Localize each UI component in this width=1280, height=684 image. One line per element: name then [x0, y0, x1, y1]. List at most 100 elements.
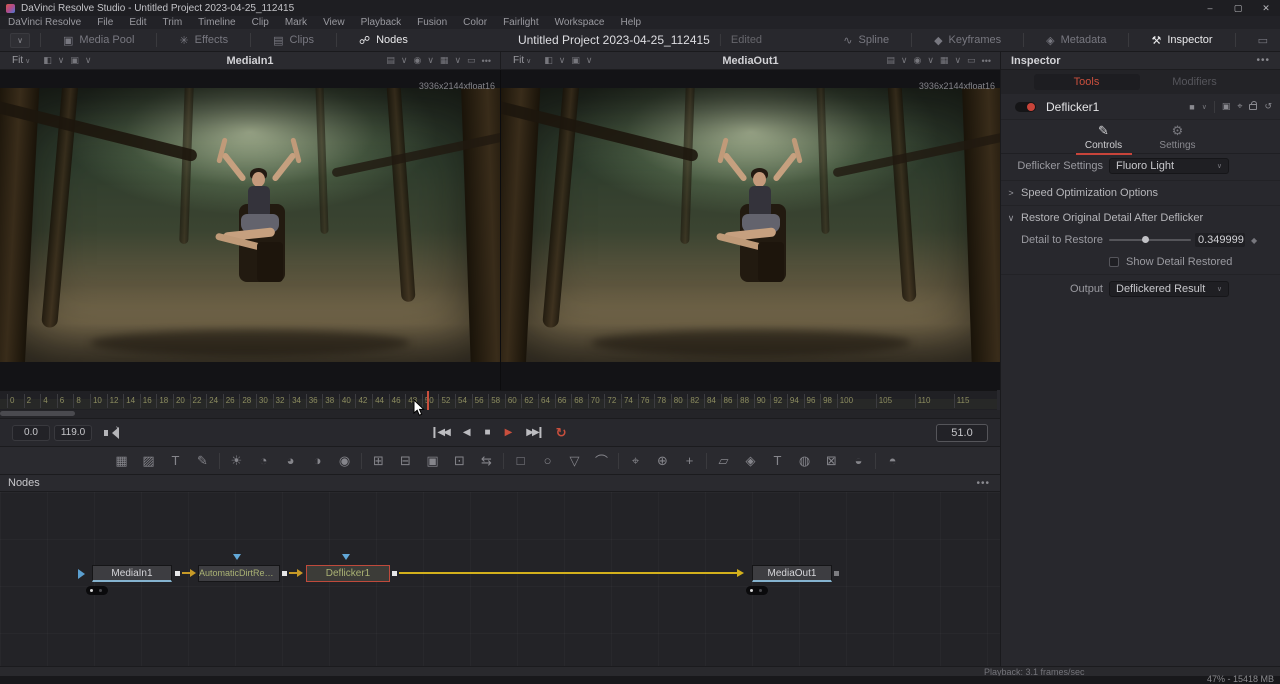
- camera-3d-tool-icon[interactable]: ⊠: [818, 453, 845, 469]
- menu-item[interactable]: File: [89, 16, 121, 29]
- chevron-down-icon[interactable]: ∨: [900, 55, 909, 66]
- subtab-settings[interactable]: ⚙ Settings: [1150, 123, 1206, 153]
- menu-item[interactable]: View: [315, 16, 353, 29]
- spline-button[interactable]: ∿ Spline: [831, 34, 901, 47]
- menu-item[interactable]: Edit: [121, 16, 154, 29]
- media-pool-button[interactable]: ▣ Media Pool: [51, 34, 146, 47]
- chevron-down-icon[interactable]: ∨: [426, 55, 435, 66]
- metadata-button[interactable]: ◈ Metadata: [1034, 34, 1118, 47]
- subtab-controls[interactable]: ✎ Controls: [1076, 123, 1132, 155]
- chevron-down-icon[interactable]: ∨: [585, 55, 594, 66]
- go-to-first-frame-button[interactable]: ◀◀: [433, 427, 448, 438]
- playhead[interactable]: [427, 391, 429, 410]
- pin-icon[interactable]: ⌖: [1237, 101, 1242, 112]
- background-tool-icon[interactable]: ▦: [108, 453, 135, 469]
- menu-item[interactable]: Timeline: [190, 16, 243, 29]
- menu-item[interactable]: Clip: [244, 16, 277, 29]
- range-end-field[interactable]: 119.0: [54, 425, 92, 441]
- clips-button[interactable]: ▤ Clips: [261, 34, 326, 47]
- chevron-down-icon[interactable]: ∨: [953, 55, 962, 66]
- menu-item[interactable]: Workspace: [547, 16, 613, 29]
- current-frame-field[interactable]: 51.0: [936, 424, 988, 442]
- lock-icon[interactable]: [1249, 104, 1257, 110]
- deflicker-settings-dropdown[interactable]: Fluoro Light ∨: [1109, 158, 1229, 174]
- versions-icon[interactable]: ▣: [1222, 101, 1231, 112]
- node-mediaout1[interactable]: MediaOut1: [752, 565, 832, 582]
- detail-to-restore-slider[interactable]: [1109, 239, 1191, 241]
- text-3d-tool-icon[interactable]: T: [764, 453, 791, 468]
- color-corrector-tool-icon[interactable]: ☀: [223, 453, 250, 469]
- minimize-button[interactable]: –: [1196, 0, 1224, 16]
- play-button[interactable]: ▶: [505, 427, 513, 438]
- detail-to-restore-value[interactable]: 0.349999: [1195, 233, 1245, 247]
- grid-icon[interactable]: ▦: [939, 55, 950, 66]
- nodes-button[interactable]: ☍ Nodes: [347, 34, 420, 47]
- blur-tool-icon[interactable]: ◉: [331, 453, 358, 469]
- lut-icon[interactable]: ◉: [412, 55, 422, 66]
- chevron-down-icon[interactable]: ∨: [558, 55, 567, 66]
- more-options-icon[interactable]: •••: [481, 56, 492, 66]
- maximize-button[interactable]: ▢: [1224, 0, 1252, 16]
- hue-curves-tool-icon[interactable]: ◕: [277, 453, 304, 468]
- zoom-level-dropdown[interactable]: Fit ∨: [513, 55, 531, 66]
- node-enable-toggle[interactable]: [1015, 102, 1036, 112]
- left-viewer-canvas[interactable]: 3936x2144xfloat16: [0, 70, 500, 390]
- tab-tools[interactable]: Tools: [1034, 74, 1140, 90]
- roi-icon[interactable]: ▣: [570, 55, 581, 66]
- chevron-down-icon[interactable]: ∨: [1202, 103, 1207, 111]
- image-plane-3d-tool-icon[interactable]: ▱: [710, 453, 737, 469]
- grid-icon[interactable]: ▦: [439, 55, 450, 66]
- polygon-mask-tool-icon[interactable]: ▽: [561, 453, 588, 469]
- node-deflicker1[interactable]: Deflicker1: [306, 565, 390, 582]
- merge-3d-tool-icon[interactable]: ◍: [791, 453, 818, 469]
- audio-mute-icon[interactable]: ): [104, 427, 120, 439]
- menu-item[interactable]: Color: [455, 16, 495, 29]
- tracker-tool-icon[interactable]: ⌖: [622, 453, 649, 469]
- stop-button[interactable]: ■: [485, 427, 491, 438]
- chevron-down-icon[interactable]: ∨: [453, 55, 462, 66]
- reset-icon[interactable]: ↺: [1264, 101, 1272, 112]
- bspline-mask-tool-icon[interactable]: ⌒: [588, 451, 615, 470]
- keyframe-icon[interactable]: ◆: [1251, 236, 1257, 245]
- clean-feed-button[interactable]: ▭: [1246, 34, 1280, 47]
- roi-icon[interactable]: ▣: [69, 55, 80, 66]
- chevron-down-icon[interactable]: ∨: [57, 55, 66, 66]
- menu-item[interactable]: Trim: [155, 16, 191, 29]
- speed-optimization-section[interactable]: > Speed Optimization Options: [1001, 183, 1280, 203]
- chroma-keyer-tool-icon[interactable]: ▣: [419, 453, 446, 469]
- node-automaticdirtremoval1[interactable]: AutomaticDirtRemov...: [198, 565, 280, 582]
- ellipse-mask-tool-icon[interactable]: ○: [534, 453, 561, 468]
- more-options-icon[interactable]: •••: [1256, 55, 1270, 66]
- menu-item[interactable]: Fusion: [409, 16, 455, 29]
- close-button[interactable]: ✕: [1252, 0, 1280, 16]
- menu-item[interactable]: DaVinci Resolve: [0, 16, 89, 29]
- output-dropdown[interactable]: Deflickered Result ∨: [1109, 281, 1229, 297]
- channel-view-icon[interactable]: ▤: [385, 55, 396, 66]
- channel-view-icon[interactable]: ▤: [885, 55, 896, 66]
- node-output-connector[interactable]: [392, 571, 397, 576]
- node-output-connector[interactable]: [282, 571, 287, 576]
- planar-tracker-tool-icon[interactable]: ⊕: [649, 453, 676, 469]
- range-start-field[interactable]: 0.0: [12, 425, 50, 441]
- show-detail-restored-checkbox[interactable]: [1109, 257, 1119, 267]
- scrollbar-thumb[interactable]: [0, 411, 75, 416]
- renderer-3d-tool-icon[interactable]: ◒: [845, 453, 872, 468]
- thumbnail-icon[interactable]: ■: [1189, 102, 1194, 112]
- rectangle-mask-tool-icon[interactable]: □: [507, 453, 534, 468]
- slider-handle[interactable]: [1142, 236, 1149, 243]
- menu-item[interactable]: Fairlight: [495, 16, 547, 29]
- paint-tool-icon[interactable]: ✎: [189, 453, 216, 469]
- menu-item[interactable]: Playback: [353, 16, 410, 29]
- delta-keyer-tool-icon[interactable]: ⊡: [446, 453, 473, 469]
- timeline-ruler[interactable]: 0246810121416182022242628303234363840424…: [0, 390, 997, 410]
- planar-transform-tool-icon[interactable]: +: [676, 453, 703, 468]
- split-view-icon[interactable]: ◧: [42, 55, 53, 66]
- color-curves-tool-icon[interactable]: ◔: [250, 453, 277, 468]
- chevron-down-icon[interactable]: ∨: [926, 55, 935, 66]
- chevron-down-icon[interactable]: ∨: [400, 55, 409, 66]
- play-reverse-button[interactable]: ◀: [463, 427, 471, 438]
- split-view-icon[interactable]: ◧: [543, 55, 554, 66]
- zoom-level-dropdown[interactable]: Fit ∨: [12, 55, 30, 66]
- transform-tool-icon[interactable]: ⇆: [473, 453, 500, 469]
- text-tool-icon[interactable]: T: [162, 453, 189, 468]
